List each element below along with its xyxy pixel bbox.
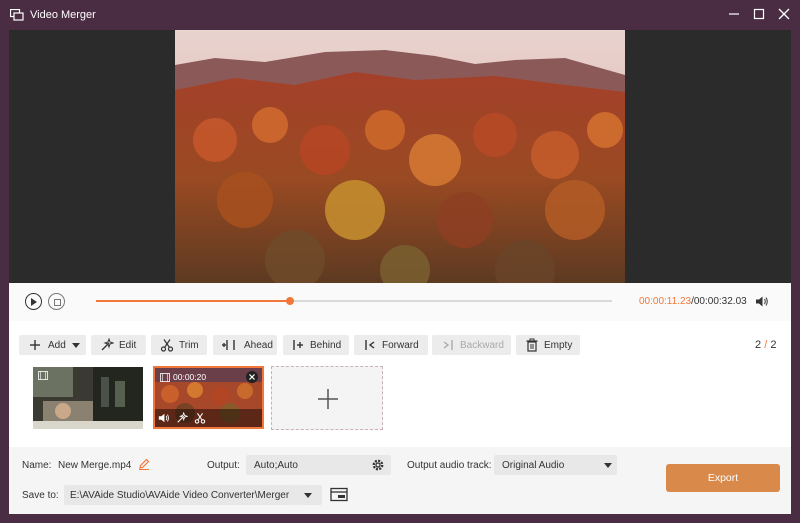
clip-thumbnail-selected[interactable]: 00:00:20 bbox=[153, 366, 264, 429]
clip-thumbnail[interactable] bbox=[33, 367, 143, 429]
clip-trim-icon[interactable] bbox=[194, 412, 206, 424]
title-bar: Video Merger bbox=[0, 0, 800, 30]
close-icon[interactable] bbox=[777, 7, 791, 21]
audio-track-label: Output audio track: bbox=[407, 460, 492, 471]
edit-button[interactable]: Edit bbox=[91, 335, 146, 355]
save-path-dropdown[interactable] bbox=[296, 485, 322, 505]
magic-wand-icon bbox=[101, 338, 114, 351]
move-backward-icon bbox=[443, 340, 453, 350]
film-icon bbox=[160, 373, 170, 382]
play-icon[interactable] bbox=[25, 293, 42, 310]
backward-label: Backward bbox=[460, 340, 504, 351]
output-label: Output: bbox=[207, 460, 240, 471]
insert-ahead-icon bbox=[222, 340, 235, 350]
clip-duration: 00:00:20 bbox=[173, 372, 207, 382]
export-button[interactable]: Export bbox=[666, 464, 780, 492]
audio-track-select[interactable]: Original Audio bbox=[494, 455, 617, 475]
clip-volume-icon[interactable] bbox=[158, 412, 170, 424]
film-icon bbox=[38, 371, 48, 380]
stop-icon[interactable] bbox=[48, 293, 65, 310]
maximize-icon[interactable] bbox=[752, 7, 766, 21]
gear-icon[interactable] bbox=[371, 458, 385, 472]
chevron-down-icon[interactable] bbox=[72, 343, 80, 348]
add-clip-tile[interactable] bbox=[271, 366, 383, 430]
minimize-icon[interactable] bbox=[727, 7, 741, 21]
trash-icon bbox=[526, 338, 538, 352]
forward-label: Forward bbox=[382, 340, 419, 351]
clip-count-total: 2 bbox=[770, 339, 777, 351]
insert-behind-icon bbox=[293, 340, 303, 350]
add-button[interactable]: Add bbox=[19, 335, 86, 355]
clip-count: 2 / 2 bbox=[755, 339, 776, 351]
chevron-down-icon bbox=[604, 463, 612, 468]
chevron-down-icon bbox=[304, 493, 312, 498]
name-label: Name: bbox=[22, 460, 52, 471]
empty-button[interactable]: Empty bbox=[516, 335, 580, 355]
plus-icon bbox=[30, 340, 40, 350]
clip-edit-icon[interactable] bbox=[176, 412, 188, 424]
app-icon bbox=[10, 9, 24, 21]
total-time: 00:00:32.03 bbox=[693, 296, 747, 307]
seek-bar-handle[interactable] bbox=[285, 297, 294, 305]
clip-panel: Add Edit Trim Ahead Behind Forward Backw… bbox=[9, 321, 791, 447]
save-to-label: Save to: bbox=[22, 490, 59, 501]
timecode: 00:00:11.23/00:00:32.03 bbox=[639, 296, 747, 307]
forward-button[interactable]: Forward bbox=[354, 335, 428, 355]
video-preview-area bbox=[9, 30, 791, 283]
clip-thumbnail-image bbox=[33, 367, 143, 429]
remove-clip-icon[interactable] bbox=[246, 371, 258, 383]
seek-bar-progress bbox=[96, 300, 290, 302]
pencil-icon[interactable] bbox=[138, 458, 150, 470]
window-title: Video Merger bbox=[30, 9, 96, 21]
empty-label: Empty bbox=[544, 340, 573, 351]
clip-tools bbox=[155, 409, 262, 427]
seek-bar[interactable] bbox=[96, 297, 612, 305]
save-path-field[interactable]: E:\AVAide Studio\AVAide Video Converter\… bbox=[64, 485, 296, 505]
current-time: 00:00:11.23 bbox=[639, 296, 692, 307]
clip-count-separator: / bbox=[764, 339, 768, 351]
edit-label: Edit bbox=[119, 340, 137, 351]
trim-label: Trim bbox=[179, 340, 199, 351]
behind-label: Behind bbox=[310, 340, 342, 351]
add-label: Add bbox=[48, 340, 66, 351]
clip-count-current: 2 bbox=[755, 339, 762, 351]
player-controls: 00:00:11.23/00:00:32.03 bbox=[9, 283, 791, 321]
plus-icon bbox=[318, 389, 338, 409]
output-format-value: Auto;Auto bbox=[254, 460, 298, 471]
ahead-button[interactable]: Ahead bbox=[213, 335, 277, 355]
folder-icon[interactable] bbox=[330, 487, 348, 502]
output-format-field[interactable]: Auto;Auto bbox=[246, 455, 391, 475]
name-value: New Merge.mp4 bbox=[58, 460, 132, 471]
backward-button[interactable]: Backward bbox=[432, 335, 511, 355]
output-settings: Name: New Merge.mp4 Output: Auto;Auto Ou… bbox=[9, 447, 791, 514]
volume-icon[interactable] bbox=[755, 295, 769, 308]
save-path-value: E:\AVAide Studio\AVAide Video Converter\… bbox=[70, 490, 290, 501]
audio-track-value: Original Audio bbox=[502, 460, 565, 471]
video-frame bbox=[175, 30, 625, 283]
move-forward-icon bbox=[365, 340, 375, 350]
trim-button[interactable]: Trim bbox=[151, 335, 207, 355]
ahead-label: Ahead bbox=[244, 340, 273, 351]
behind-button[interactable]: Behind bbox=[283, 335, 349, 355]
scissors-icon bbox=[160, 339, 174, 352]
